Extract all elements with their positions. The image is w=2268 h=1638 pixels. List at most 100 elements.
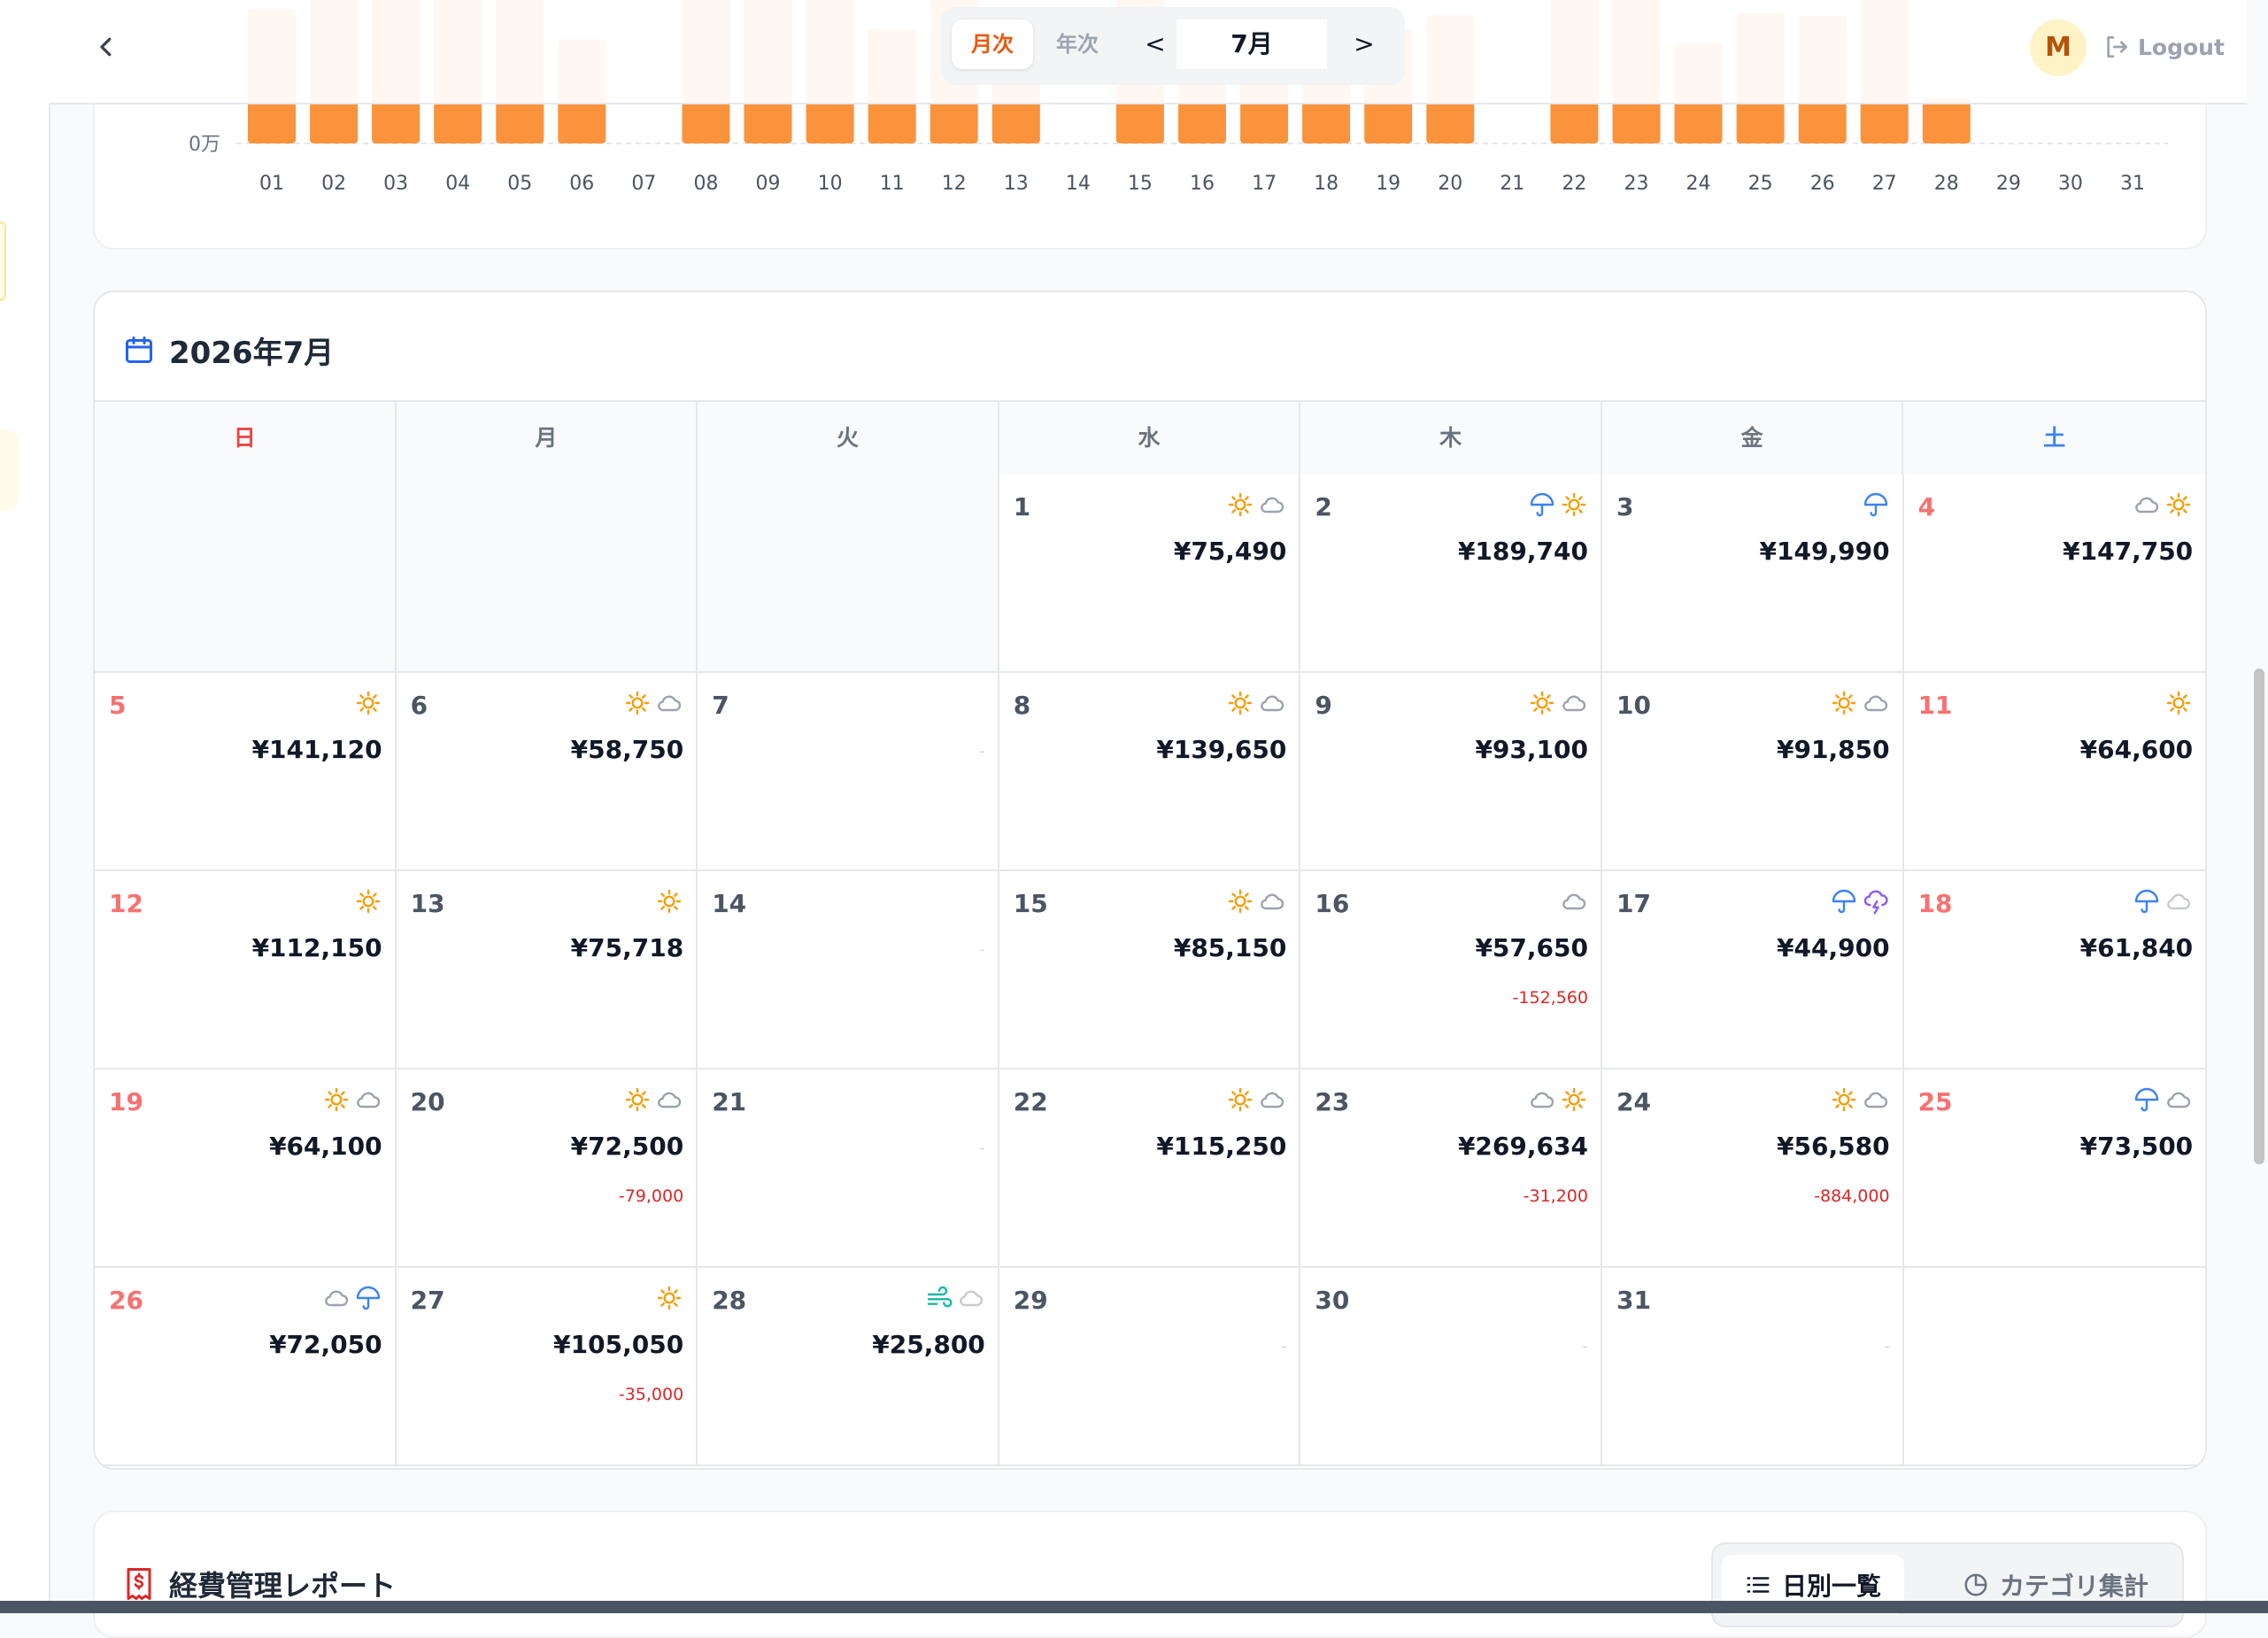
daily-sales-amount: ¥56,580 [1777,1132,1890,1161]
calendar-day-cell[interactable]: 13 ¥75,718 [396,871,698,1070]
calendar-blank-cell [698,475,999,673]
calendar-day-cell[interactable]: 7- [698,673,999,871]
calendar-day-cell[interactable]: 5 ¥141,120 [95,673,397,871]
calendar-day-cell[interactable]: 28 ¥25,800 [698,1268,999,1466]
day-number: 11 [1917,691,1953,720]
cloud-icon [1562,893,1586,910]
calendar-day-cell[interactable]: 23 ¥269,634 -31,200 [1300,1070,1602,1268]
daily-sales-amount: ¥44,900 [1777,933,1890,962]
weather-icons [1830,689,1890,717]
user-avatar[interactable]: M [2030,19,2087,76]
calendar-day-cell[interactable]: 9 ¥93,100 [1300,673,1602,871]
calendar-day-cell[interactable]: 19 ¥64,100 [95,1070,397,1268]
sun-icon [657,889,682,914]
calendar-day-cell[interactable]: 30 - [1300,1268,1602,1466]
daily-sales-amount: ¥112,150 [251,933,382,962]
weather-icons [2133,491,2193,519]
sidebar-highlight-secondary[interactable] [0,429,19,511]
calendar-header: 2026年7月 [123,328,334,372]
calendar-day-cell[interactable]: 12 ¥112,150 [95,871,397,1070]
day-number: 21 [712,1087,747,1116]
daily-expense-amount: -79,000 [618,1186,684,1206]
day-number: 17 [1616,889,1651,918]
monthly-toggle-button[interactable]: 月次 [952,19,1033,69]
calendar-day-cell[interactable]: 4 ¥147,750 [1903,475,2205,673]
x-tick-label: 05 [507,173,532,195]
x-tick-label: 24 [1686,173,1711,195]
calendar-day-cell[interactable]: 22 ¥115,250 [999,1070,1301,1268]
x-tick-label: 23 [1624,173,1649,195]
calendar-day-cell[interactable]: 14 - [698,871,999,1070]
sun-icon [356,691,380,715]
calendar-day-cell[interactable]: 20 ¥72,500 -79,000 [396,1070,698,1268]
calendar-day-cell[interactable]: 31 - [1601,1268,1904,1466]
chart-bar[interactable] [1922,97,1971,143]
report-title: 経費管理レポート [169,1569,397,1603]
cloud-icon [658,1092,682,1109]
calendar-day-cell[interactable]: 29 - [999,1268,1301,1466]
cloud-icon [1261,695,1284,712]
calendar-day-cell[interactable]: 10 ¥91,850 [1601,673,1904,871]
calendar-day-cell[interactable]: 6 ¥58,750 [396,673,698,871]
calendar-day-cell[interactable]: 17 ¥44,900 [1601,871,1904,1070]
calendar-day-cell[interactable]: 8 ¥139,650 [999,673,1301,871]
report-view-tabs: 日別一覧 カテゴリ集計 [1711,1542,2184,1627]
day-number: 4 [1917,492,1936,522]
weekday-header-row: 日月火水木金 土 [95,400,2205,476]
calendar-day-cell[interactable]: 11 ¥64,600 [1903,673,2205,871]
x-tick-label: 06 [569,173,594,195]
prev-month-button[interactable]: < [1134,19,1176,69]
calendar-day-cell[interactable]: 3 ¥149,990 [1601,475,1904,673]
x-tick-label: 20 [1438,173,1462,195]
next-month-button[interactable]: > [1343,19,1385,69]
page-scrollbar[interactable] [2254,668,2264,1164]
daily-sales-amount: ¥72,500 [570,1132,684,1161]
x-tick-label: 18 [1314,173,1338,195]
sun-icon [1229,492,1253,517]
day-number: 22 [1013,1087,1048,1116]
calendar-day-cell[interactable]: 21 - [698,1070,999,1268]
day-number: 25 [1917,1087,1953,1116]
back-button[interactable] [86,27,127,67]
sun-icon [2166,492,2191,517]
x-tick-label: 17 [1252,173,1277,195]
light-cloud-icon [2167,893,2191,910]
calendar-day-cell[interactable]: 26 ¥72,050 [95,1268,397,1466]
weather-icons [2133,887,2193,916]
weather-icons [925,1284,985,1312]
calendar-day-cell[interactable]: 25 ¥73,500 [1903,1070,2205,1268]
calendar-day-cell[interactable]: 2 ¥189,740 [1300,475,1602,673]
x-tick-label: 26 [1810,173,1835,195]
daily-sales-amount: ¥147,750 [2063,537,2194,566]
weather-icons [2164,689,2193,717]
calendar-day-cell[interactable]: 15 ¥85,150 [999,871,1301,1070]
sidebar-highlight[interactable] [0,221,6,301]
day-number: 24 [1616,1087,1651,1116]
daily-expense-amount: -31,200 [1523,1186,1588,1206]
no-data-mark: - [979,940,985,959]
x-tick-label: 07 [631,173,656,195]
logout-button[interactable]: Logout [2102,27,2225,67]
weather-icons [1528,1086,1588,1114]
calendar-day-cell[interactable]: 27 ¥105,050 -35,000 [396,1268,698,1466]
calendar-day-cell[interactable]: 18 ¥61,840 [1903,871,2205,1070]
calendar-day-cell[interactable]: 1 ¥75,490 [999,475,1301,673]
no-data-mark: - [1280,1337,1287,1356]
period-toggle-group: 月次 年次 < 7月 > [941,7,1405,85]
weather-icons [354,887,382,916]
calendar-blank-cell [95,475,397,673]
x-tick-label: 27 [1872,173,1897,195]
calendar-day-cell[interactable]: 16 ¥57,650 -152,560 [1300,871,1602,1070]
top-header: 月次 年次 < 7月 > M Logout [49,0,2247,104]
yearly-toggle-button[interactable]: 年次 [1040,19,1115,69]
day-number: 18 [1917,889,1953,918]
day-number: 26 [109,1286,143,1315]
weekday-header: 金 [1602,402,1904,475]
weekday-header: 木 [1300,402,1602,475]
x-tick-label: 15 [1128,173,1153,195]
chevron-left-icon [100,37,112,57]
umbrella-icon [1863,492,1887,517]
calendar-day-cell[interactable]: 24 ¥56,580 -884,000 [1601,1070,1904,1268]
day-number: 9 [1315,691,1332,720]
logout-label: Logout [2138,34,2225,60]
